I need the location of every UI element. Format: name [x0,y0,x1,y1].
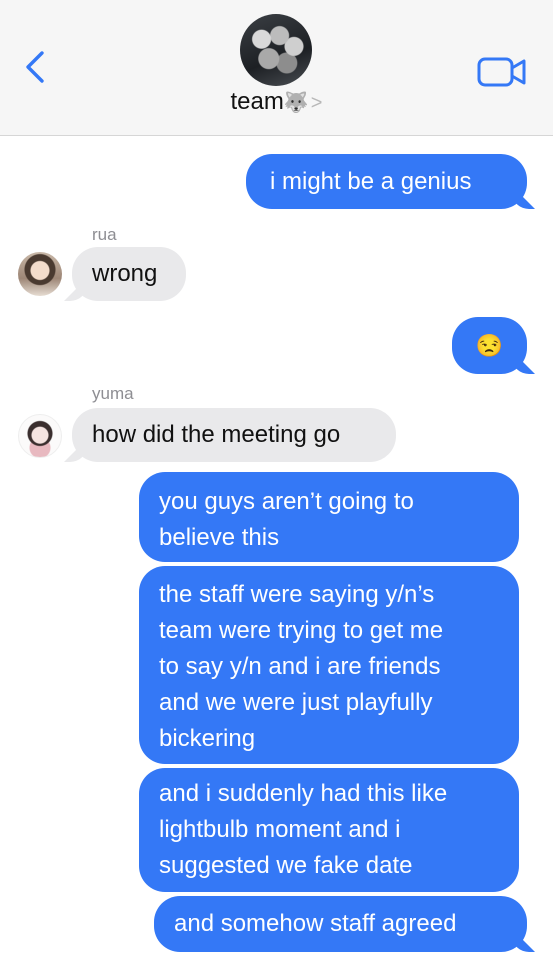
conversation-title[interactable]: team🐺 > [0,88,553,116]
avatar[interactable] [18,414,62,458]
outgoing-message[interactable]: and i suddenly had this like lightbulb m… [139,768,519,892]
unamused-emoji: 😒 [475,333,504,358]
chevron-left-icon[interactable] [22,50,50,84]
conversation-header: team🐺 > [0,0,553,136]
sender-name: rua [92,225,117,244]
message-line: you guys aren’t going to [159,488,414,515]
video-camera-icon[interactable] [477,56,527,88]
message-line: to say y/n and i are friends [159,653,441,680]
message-text: how did the meeting go [92,421,341,448]
message-line: bickering [159,725,256,752]
outgoing-message[interactable]: 😒 [452,317,527,374]
message-text: i might be a genius [270,168,472,195]
message-line: suggested we fake date [159,852,413,879]
outgoing-message[interactable]: i might be a genius [246,154,527,209]
sender-name: yuma [92,384,134,403]
incoming-message[interactable]: how did the meeting go [72,408,396,462]
outgoing-message[interactable]: you guys aren’t going to believe this [139,472,519,562]
message-text: and somehow staff agreed [174,910,457,937]
message-line: believe this [159,524,280,551]
message-text: wrong [92,260,158,287]
outgoing-message[interactable]: and somehow staff agreed [154,896,527,952]
title-text: team [230,88,284,115]
message-line: lightbulb moment and i [159,816,401,843]
avatar[interactable] [18,252,62,296]
message-line: and i suddenly had this like [159,780,448,807]
message-line: and we were just playfully [159,689,433,716]
wolf-emoji: 🐺 [283,92,309,114]
incoming-message[interactable]: wrong [72,247,186,301]
group-avatar[interactable] [240,14,312,86]
outgoing-message[interactable]: the staff were saying y/n’s team were tr… [139,566,519,764]
chevron-right-icon: > [310,92,323,114]
message-line: the staff were saying y/n’s [159,581,435,608]
message-line: team were trying to get me [159,617,444,644]
